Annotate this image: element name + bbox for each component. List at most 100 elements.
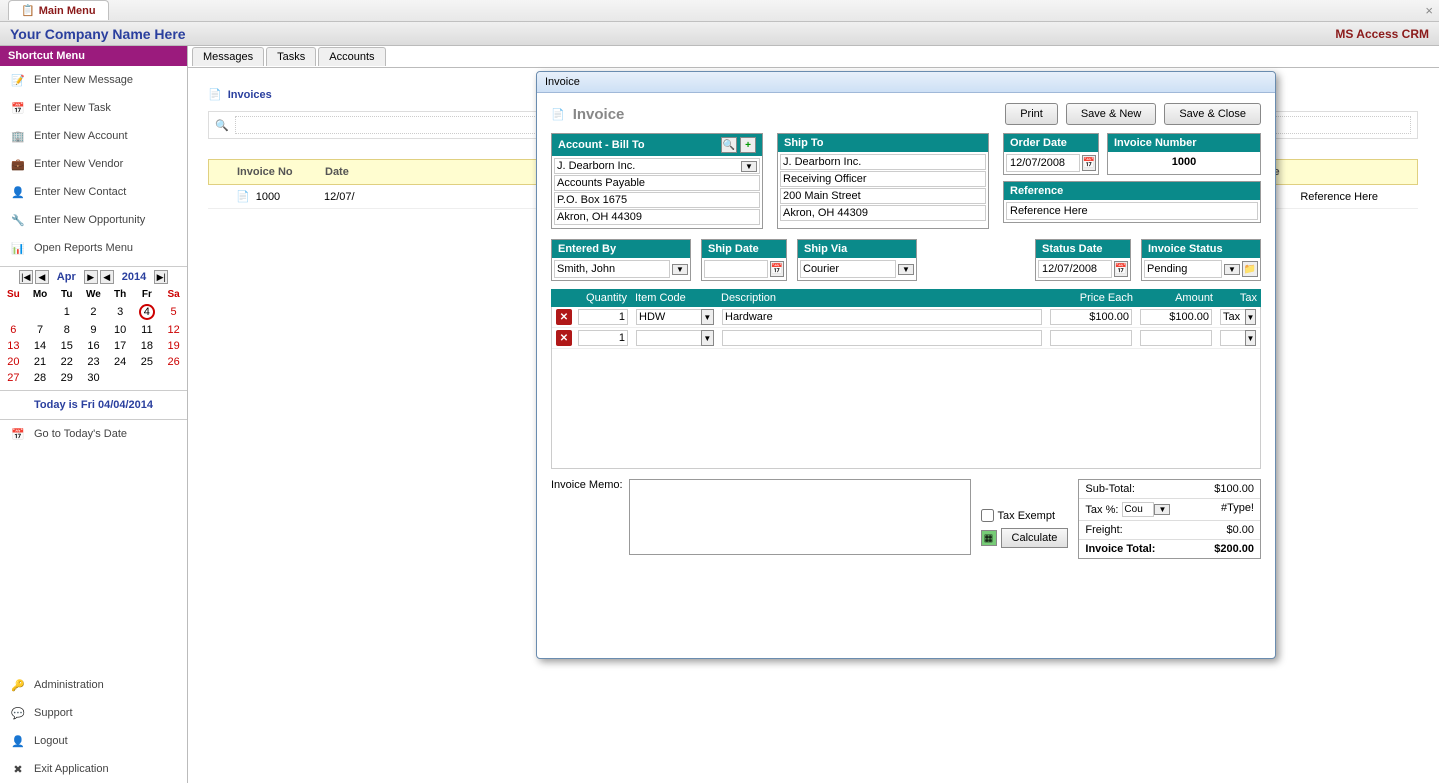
calendar-day[interactable]: [107, 370, 134, 386]
tax-input[interactable]: [1220, 309, 1245, 325]
sidebar-item[interactable]: 👤Enter New Contact: [0, 178, 187, 206]
item-code-input[interactable]: [636, 309, 701, 325]
lookup-icon[interactable]: 🔍: [721, 137, 737, 153]
calendar-day[interactable]: 28: [27, 370, 54, 386]
calendar-day[interactable]: 2: [80, 302, 107, 322]
tab[interactable]: Accounts: [318, 47, 385, 66]
chevron-down-icon[interactable]: ▼: [701, 309, 714, 325]
calendar-day[interactable]: 5: [160, 302, 187, 322]
calendar-day[interactable]: 10: [107, 322, 134, 338]
description-input[interactable]: [722, 309, 1042, 325]
qty-input[interactable]: [578, 330, 628, 346]
item-code-input[interactable]: [636, 330, 701, 346]
sidebar-bottom-item[interactable]: ✖Exit Application: [0, 755, 187, 783]
print-button[interactable]: Print: [1005, 103, 1058, 125]
go-today[interactable]: 📅 Go to Today's Date: [0, 420, 187, 448]
tax-input[interactable]: [1220, 330, 1245, 346]
calendar-day[interactable]: 30: [80, 370, 107, 386]
order-date-input[interactable]: [1006, 154, 1080, 172]
calendar-day[interactable]: 8: [53, 322, 80, 338]
sidebar-bottom-item[interactable]: 👤Logout: [0, 727, 187, 755]
calendar-day[interactable]: 9: [80, 322, 107, 338]
cal-prev-month[interactable]: ◀: [35, 270, 49, 284]
bill-name-combo[interactable]: J. Dearborn Inc. ▼: [554, 158, 760, 174]
cal-prev-year2[interactable]: ◀: [100, 270, 114, 284]
amount-input[interactable]: [1140, 330, 1212, 346]
tax-exempt-checkbox[interactable]: [981, 509, 994, 522]
calendar-picker-icon[interactable]: 📅: [770, 261, 784, 277]
sidebar-item[interactable]: 📝Enter New Message: [0, 66, 187, 94]
col-invoice-no[interactable]: Invoice No: [209, 166, 319, 178]
chevron-down-icon[interactable]: ▼: [1245, 330, 1256, 346]
description-input[interactable]: [722, 330, 1042, 346]
calendar-day[interactable]: 27: [0, 370, 27, 386]
chevron-down-icon[interactable]: ▼: [1224, 264, 1240, 275]
calendar-day[interactable]: 11: [134, 322, 161, 338]
price-input[interactable]: [1050, 330, 1132, 346]
calendar-day[interactable]: 4: [134, 302, 161, 322]
calendar-day[interactable]: 15: [53, 338, 80, 354]
ship-date-input[interactable]: [704, 260, 768, 278]
calendar-day[interactable]: 21: [27, 354, 54, 370]
calendar-day[interactable]: 25: [134, 354, 161, 370]
bill-line3[interactable]: P.O. Box 1675: [554, 192, 760, 208]
sidebar-item[interactable]: 🏢Enter New Account: [0, 122, 187, 150]
calendar-day[interactable]: 26: [160, 354, 187, 370]
calendar-day[interactable]: 12: [160, 322, 187, 338]
calendar-day[interactable]: 6: [0, 322, 27, 338]
entered-by-input[interactable]: [554, 260, 670, 278]
calendar-day[interactable]: 7: [27, 322, 54, 338]
folder-icon[interactable]: 📁: [1242, 261, 1258, 277]
sidebar-bottom-item[interactable]: 💬Support: [0, 699, 187, 727]
calendar-day[interactable]: 29: [53, 370, 80, 386]
chevron-down-icon[interactable]: ▼: [701, 330, 714, 346]
tax-pct-combo[interactable]: [1122, 502, 1154, 517]
amount-input[interactable]: [1140, 309, 1212, 325]
modal-titlebar[interactable]: Invoice: [537, 72, 1275, 93]
sidebar-item[interactable]: 📅Enter New Task: [0, 94, 187, 122]
calendar-day[interactable]: 18: [134, 338, 161, 354]
calendar-day[interactable]: 17: [107, 338, 134, 354]
ship-line2[interactable]: Receiving Officer: [780, 171, 986, 187]
memo-textarea[interactable]: [629, 479, 971, 555]
calendar-day[interactable]: 22: [53, 354, 80, 370]
calendar-day[interactable]: 3: [107, 302, 134, 322]
ship-line4[interactable]: Akron, OH 44309: [780, 205, 986, 221]
chevron-down-icon[interactable]: ▼: [741, 161, 757, 172]
calendar-picker-icon[interactable]: 📅: [1114, 261, 1128, 277]
status-date-input[interactable]: [1038, 260, 1112, 278]
sidebar-item[interactable]: 📊Open Reports Menu: [0, 234, 187, 262]
calendar-day[interactable]: 19: [160, 338, 187, 354]
save-new-button[interactable]: Save & New: [1066, 103, 1157, 125]
invoice-status-input[interactable]: [1144, 260, 1222, 278]
calendar-day[interactable]: 24: [107, 354, 134, 370]
tab[interactable]: Messages: [192, 47, 264, 66]
save-close-button[interactable]: Save & Close: [1164, 103, 1261, 125]
calculator-icon[interactable]: ▦: [981, 530, 997, 546]
bill-line4[interactable]: Akron, OH 44309: [554, 209, 760, 225]
delete-row-button[interactable]: ✕: [556, 330, 572, 346]
calendar-day[interactable]: 13: [0, 338, 27, 354]
add-icon[interactable]: +: [740, 137, 756, 153]
bill-line2[interactable]: Accounts Payable: [554, 175, 760, 191]
calendar-day[interactable]: [27, 302, 54, 322]
chevron-down-icon[interactable]: ▼: [898, 264, 914, 275]
delete-row-button[interactable]: ✕: [556, 309, 572, 325]
sidebar-item[interactable]: 💼Enter New Vendor: [0, 150, 187, 178]
price-input[interactable]: [1050, 309, 1132, 325]
close-icon[interactable]: ×: [1425, 3, 1433, 18]
sidebar-bottom-item[interactable]: 🔑Administration: [0, 671, 187, 699]
calendar-day[interactable]: 20: [0, 354, 27, 370]
main-menu-tab[interactable]: 📋 Main Menu: [8, 0, 109, 20]
calendar-day[interactable]: 1: [53, 302, 80, 322]
ship-line3[interactable]: 200 Main Street: [780, 188, 986, 204]
qty-input[interactable]: [578, 309, 628, 325]
reference-input[interactable]: [1006, 202, 1258, 220]
tab[interactable]: Tasks: [266, 47, 316, 66]
cal-prev-year[interactable]: |◀: [19, 270, 33, 284]
cal-next-month[interactable]: ▶: [84, 270, 98, 284]
sidebar-item[interactable]: 🔧Enter New Opportunity: [0, 206, 187, 234]
chevron-down-icon[interactable]: ▼: [1245, 309, 1256, 325]
cal-next-year[interactable]: ▶|: [154, 270, 168, 284]
calendar-day[interactable]: 14: [27, 338, 54, 354]
